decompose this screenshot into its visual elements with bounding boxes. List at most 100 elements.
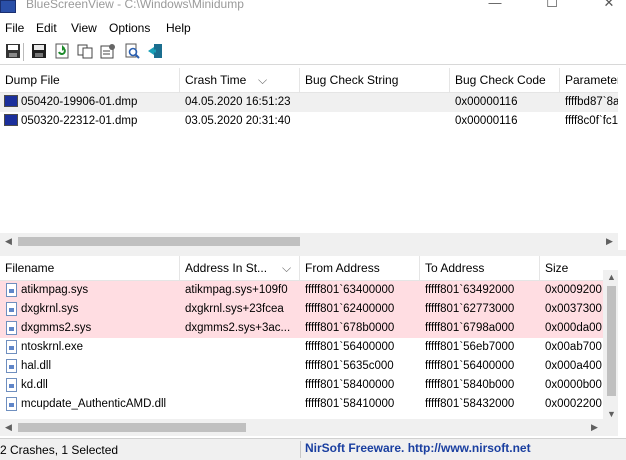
address-in-stack [180,395,300,414]
column-parameter[interactable]: Parameter [560,68,618,92]
status-divider [300,441,301,458]
bug-check-string [300,93,450,112]
column-dump-file[interactable]: Dump File [0,68,180,92]
column-address-in-stack-label: Address In St... [185,261,268,275]
dump-file: 050320-22312-01.dmp [21,115,138,127]
column-crash-time-label: Crash Time [185,73,247,87]
from-address: fffff801`63400000 [305,284,395,296]
crash-time: 04.05.2020 16:51:23 [185,96,291,108]
address-in-stack [180,338,300,357]
column-filename[interactable]: Filename [0,256,180,280]
filename: mcupdate_AuthenticAMD.dll [21,398,167,410]
toolbar [0,40,626,65]
scroll-left-arrow-icon[interactable]: ◀ [0,233,17,250]
column-bug-check-string[interactable]: Bug Check String [300,68,450,92]
parameter: ffff8c0f`fc1 [565,115,618,127]
refresh-icon[interactable] [54,43,70,59]
to-address: fffff801`63492000 [425,284,515,296]
filename: atikmpag.sys [21,284,89,296]
scroll-thumb[interactable] [18,423,246,432]
to-address: fffff801`62773000 [425,303,515,315]
copy-icon[interactable] [77,43,93,59]
window-title: BlueScreenView - C:\Windows\Minidump [26,0,244,11]
sort-arrow-icon: ⌵ [258,73,268,87]
to-address: fffff801`56400000 [425,360,515,372]
size: 0x000a4000 [545,360,602,372]
size: 0x00022000 [545,398,602,410]
column-crash-time[interactable]: Crash Time ⌵ [180,68,300,92]
column-address-in-stack[interactable]: Address In St... ⌵ [180,256,300,280]
bug-check-string [300,112,450,131]
find-icon[interactable] [124,43,140,59]
scroll-up-arrow-icon[interactable]: ▲ [603,270,618,284]
minimize-button[interactable]: — [480,0,510,13]
to-address: fffff801`56eb7000 [425,341,515,353]
driver-row[interactable]: dxgkrnl.sys dxgkrnl.sys+23fcea fffff801`… [0,300,618,319]
maximize-button[interactable]: ☐ [537,0,567,13]
address-in-stack [180,376,300,395]
driver-row[interactable]: hal.dll fffff801`5635c000 fffff801`56400… [0,357,618,376]
dump-row[interactable]: 050420-19906-01.dmp 04.05.2020 16:51:23 … [0,93,618,112]
filename: ntoskrnl.exe [21,341,84,353]
dump-row[interactable]: 050320-22312-01.dmp 03.05.2020 20:31:40 … [0,112,618,131]
exit-icon[interactable] [147,43,163,59]
dump-list-header: Dump File Crash Time ⌵ Bug Check String … [0,68,618,93]
menu-edit[interactable]: Edit [36,21,57,35]
from-address: fffff801`678b0000 [305,322,395,334]
title-bar: BlueScreenView - C:\Windows\Minidump — ☐… [0,0,626,16]
scroll-right-arrow-icon[interactable]: ▶ [586,419,603,436]
menu-options[interactable]: Options [109,21,150,35]
scroll-thumb[interactable] [18,237,300,246]
from-address: fffff801`58400000 [305,379,395,391]
driver-row[interactable]: dxgmms2.sys dxgmms2.sys+3ac... fffff801`… [0,319,618,338]
driver-list-header: Filename Address In St... ⌵ From Address… [0,256,618,281]
address-in-stack: atikmpag.sys+109f0 [185,284,288,296]
properties-icon[interactable] [100,43,116,59]
scroll-thumb[interactable] [607,286,616,396]
address-in-stack: dxgkrnl.sys+23fcea [185,303,284,315]
driver-row[interactable]: kd.dll fffff801`58400000 fffff801`5840b0… [0,376,618,395]
close-button[interactable]: ✕ [594,0,624,13]
size: 0x000da000 [545,322,602,334]
dump-list: Dump File Crash Time ⌵ Bug Check String … [0,68,618,250]
driver-row[interactable]: atikmpag.sys atikmpag.sys+109f0 fffff801… [0,281,618,300]
scroll-left-arrow-icon[interactable]: ◀ [0,419,17,436]
from-address: fffff801`56400000 [305,341,395,353]
driver-row[interactable]: ntoskrnl.exe fffff801`56400000 fffff801`… [0,338,618,357]
parameter: ffffbd87`8a [565,96,618,108]
status-bar: 2 Crashes, 1 Selected NirSoft Freeware. … [0,438,626,460]
bug-check-code: 0x00000116 [455,96,518,108]
to-address: fffff801`5840b000 [425,379,515,391]
filename: dxgkrnl.sys [21,303,79,315]
column-to-address[interactable]: To Address [420,256,540,280]
filename: hal.dll [21,360,52,372]
sort-arrow-icon: ⌵ [282,261,292,275]
filename: dxgmms2.sys [21,322,92,334]
driver-list: Filename Address In St... ⌵ From Address… [0,256,618,436]
save-icon[interactable] [5,43,21,59]
save-all-icon[interactable] [31,43,47,59]
dump-file: 050420-19906-01.dmp [21,96,138,108]
dump-list-hscrollbar[interactable]: ◀ ▶ [0,233,618,250]
app-icon [0,0,16,13]
scroll-right-arrow-icon[interactable]: ▶ [601,233,618,250]
column-bug-check-code[interactable]: Bug Check Code [450,68,560,92]
menu-help[interactable]: Help [166,21,191,35]
to-address: fffff801`58432000 [425,398,515,410]
menu-view[interactable]: View [71,21,97,35]
driver-list-hscrollbar[interactable]: ◀ ▶ [0,419,618,436]
menu-file[interactable]: File [5,21,24,35]
nirsoft-link[interactable]: NirSoft Freeware. http://www.nirsoft.net [305,441,531,455]
column-size[interactable]: Size [540,256,610,280]
address-in-stack: dxgmms2.sys+3ac... [185,322,291,334]
status-text: 2 Crashes, 1 Selected [0,443,119,457]
toolbar-separator [23,43,24,61]
column-from-address[interactable]: From Address [300,256,420,280]
filename: kd.dll [21,379,48,391]
driver-list-vscrollbar[interactable]: ▲ ▼ [603,270,618,421]
size: 0x0000b000 [545,379,602,391]
menu-bar: File Edit View Options Help [0,18,626,38]
driver-row[interactable]: mcupdate_AuthenticAMD.dll fffff801`58410… [0,395,618,414]
to-address: fffff801`6798a000 [425,322,515,334]
crash-time: 03.05.2020 20:31:40 [185,115,291,127]
